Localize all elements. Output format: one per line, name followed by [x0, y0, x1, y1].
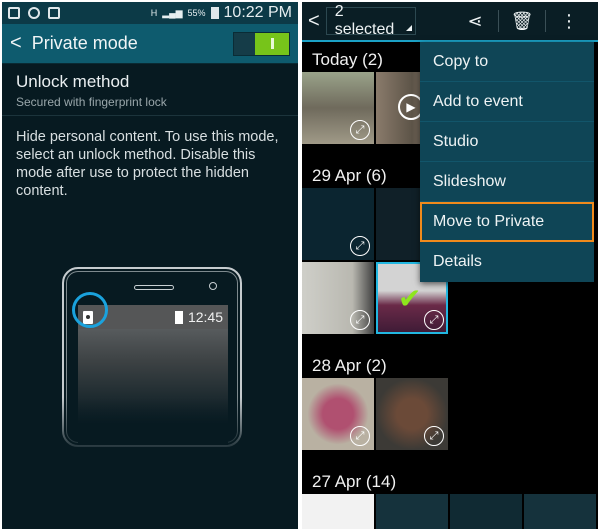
gallery-action-bar: < 2 selected ⋖ 🗑 ⋮: [302, 2, 598, 42]
more-options-icon[interactable]: ⋮: [546, 7, 592, 35]
expand-icon[interactable]: ⤢: [350, 426, 370, 446]
screenshot-thumbnail[interactable]: [376, 494, 448, 529]
back-button[interactable]: <: [10, 32, 22, 55]
unlock-method-title: Unlock method: [16, 72, 130, 91]
group-title: 27 Apr (14): [312, 472, 397, 491]
menu-item-slideshow[interactable]: Slideshow: [420, 162, 594, 202]
private-mode-toggle[interactable]: [233, 31, 290, 56]
screenshot-thumbnail[interactable]: [302, 494, 374, 529]
delete-icon[interactable]: 🗑: [499, 7, 545, 35]
fade-overlay: [2, 397, 298, 457]
expand-icon[interactable]: ⤢: [424, 426, 444, 446]
expand-icon[interactable]: ⤢: [350, 310, 370, 330]
expand-icon[interactable]: ⤢: [424, 310, 444, 330]
page-title: Private mode: [31, 33, 138, 53]
network-type: H: [150, 8, 158, 18]
share-icon[interactable]: ⋖: [452, 7, 498, 35]
camera-icon: [209, 282, 217, 290]
back-button[interactable]: <: [308, 10, 320, 33]
group-title: 28 Apr (2): [312, 356, 387, 375]
private-mode-icon: [8, 7, 20, 19]
selection-dropdown[interactable]: 2 selected: [325, 3, 416, 38]
battery-percent: 55%: [187, 8, 206, 18]
description-text: Hide personal content. To use this mode,…: [16, 129, 279, 199]
checkmark-icon: ✔: [398, 283, 422, 314]
highlight-ring: [72, 292, 108, 328]
menu-item-add-to-event[interactable]: Add to event: [420, 82, 594, 122]
gallery-screen: < 2 selected ⋖ 🗑 ⋮ Today (2) ⤢ ▶ 29 Apr …: [302, 2, 598, 529]
unlock-method-setting[interactable]: Unlock method Secured with fingerprint l…: [2, 64, 298, 116]
dropdown-indicator-icon: [405, 25, 412, 31]
screenshot-thumbnail[interactable]: ⤢: [302, 188, 374, 260]
overflow-menu: Copy to Add to event Studio Slideshow Mo…: [420, 42, 594, 282]
private-mode-screen: H ▂▄▆ 55% 10:22 PM < Private mode Unlock…: [2, 2, 298, 529]
whatsapp-icon: [28, 7, 40, 19]
action-bar: < Private mode: [2, 24, 298, 64]
clock: 10:22 PM: [223, 4, 292, 21]
battery-icon: [210, 7, 219, 19]
speaker-icon: [134, 285, 174, 290]
screenshot-thumbnail[interactable]: [450, 494, 522, 529]
expand-icon[interactable]: ⤢: [350, 236, 370, 256]
illustration-time: 12:45: [187, 309, 223, 325]
gallery-icon: [48, 7, 60, 19]
photo-thumbnail[interactable]: ⤢: [302, 378, 374, 450]
battery-icon: [174, 310, 183, 324]
signal-icon: ▂▄▆: [162, 7, 183, 18]
status-bar: H ▂▄▆ 55% 10:22 PM: [2, 2, 298, 24]
menu-item-details[interactable]: Details: [420, 242, 594, 282]
unlock-method-subtitle: Secured with fingerprint lock: [16, 95, 167, 109]
selected-count: 2 selected: [334, 3, 395, 38]
screenshot-thumbnail[interactable]: [524, 494, 596, 529]
menu-item-move-to-private[interactable]: Move to Private: [420, 202, 594, 242]
menu-item-studio[interactable]: Studio: [420, 122, 594, 162]
toggle-knob: [255, 32, 289, 55]
photo-thumbnail[interactable]: ⤢: [376, 378, 448, 450]
photo-thumbnail[interactable]: ⤢: [302, 72, 374, 144]
menu-item-copy-to[interactable]: Copy to: [420, 42, 594, 82]
expand-icon[interactable]: ⤢: [350, 120, 370, 140]
photo-thumbnail[interactable]: ⤢: [302, 262, 374, 334]
